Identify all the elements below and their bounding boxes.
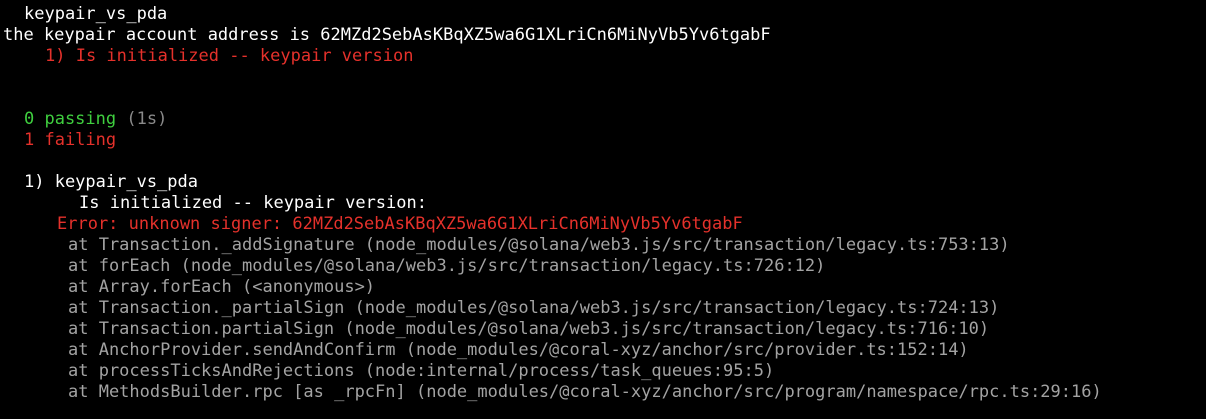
stack-line: at MethodsBuilder.rpc [as _rpcFn] (node_… xyxy=(68,382,1102,402)
passing-count: 0 passing xyxy=(24,109,117,129)
stack-line: at Transaction._addSignature (node_modul… xyxy=(68,235,1010,255)
failed-test-line: 1) Is initialized -- keypair version xyxy=(45,46,414,66)
duration: (1s) xyxy=(126,109,168,129)
failing-count: 1 failing xyxy=(24,130,117,150)
stack-line: at Array.forEach (<anonymous>) xyxy=(68,277,376,297)
stack-line: at forEach (node_modules/@solana/web3.js… xyxy=(68,256,826,276)
log-line: the keypair account address is 62MZd2Seb… xyxy=(3,25,771,45)
stack-line: at Transaction._partialSign (node_module… xyxy=(68,298,1000,318)
suite-title: keypair_vs_pda xyxy=(24,4,168,24)
failure-header: 1) keypair_vs_pda xyxy=(24,172,198,192)
stack-line: at processTicksAndRejections (node:inter… xyxy=(68,361,775,381)
stack-line: at Transaction.partialSign (node_modules… xyxy=(68,319,990,339)
error-message: Error: unknown signer: 62MZd2SebAsKBqXZ5… xyxy=(57,214,743,234)
stack-line: at AnchorProvider.sendAndConfirm (node_m… xyxy=(68,340,969,360)
terminal-window: keypair_vs_pda the keypair account addre… xyxy=(0,0,1206,419)
failure-test-name: Is initialized -- keypair version: xyxy=(79,193,427,213)
passing-summary: 0 passing (1s) xyxy=(24,109,167,130)
